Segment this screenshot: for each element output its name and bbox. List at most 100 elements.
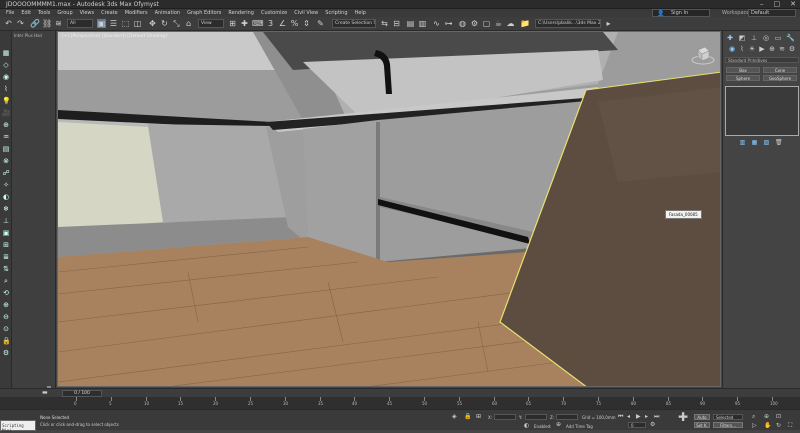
camera-filter-icon[interactable]: 🎥 (2, 109, 11, 117)
zoom-extents-icon[interactable]: ⊡ (776, 414, 781, 420)
perspective-viewport[interactable]: [+] [Perspective] [Standard] [Default Sh… (57, 31, 721, 387)
pin-icon[interactable]: ⊙ (2, 325, 10, 333)
collapse-all-icon[interactable]: ⊖ (2, 313, 10, 321)
create-tab-icon[interactable]: ✚ (726, 34, 734, 42)
geometry-filter-icon[interactable]: ◉ (2, 73, 10, 81)
project-path-field[interactable]: C:\Users\pbalik...\3ds Max 2021 (535, 19, 601, 28)
create-sphere-button[interactable]: Sphere (726, 75, 760, 81)
keyboard-shortcut-icon[interactable]: ⌨ (252, 19, 264, 28)
selection-lock-icon[interactable]: 🔒 (464, 414, 471, 420)
percent-snap-icon[interactable]: % (290, 19, 299, 28)
freeze-icon[interactable]: ❄ (2, 205, 10, 213)
create-box-button[interactable]: Box (726, 67, 760, 73)
material-editor-icon[interactable]: ◍ (458, 19, 467, 28)
current-frame-field[interactable]: 0 (628, 422, 646, 428)
display-tab-icon[interactable]: ▭ (774, 34, 782, 42)
absolute-mode-icon[interactable]: ⊞ (476, 414, 481, 420)
menu-views[interactable]: Views (80, 10, 94, 16)
spacewarps-category-icon[interactable]: ≋ (778, 45, 786, 53)
particle-filter-icon[interactable]: ✧ (2, 181, 10, 189)
time-tag-icon[interactable]: ⊕ (556, 422, 561, 428)
track-bar[interactable]: 0 5 10 15 20 25 30 35 40 45 50 55 60 65 70 75 80 85 90 95 10… (0, 397, 800, 409)
rotate-icon[interactable]: ↻ (160, 19, 169, 28)
menu-group[interactable]: Group (57, 10, 72, 16)
make-unique-icon[interactable]: ▧ (763, 139, 770, 146)
display-children-icon[interactable]: ⊞ (2, 241, 10, 249)
container-icon[interactable]: ▣ (2, 229, 10, 237)
zoom-all-icon[interactable]: ⊕ (764, 414, 769, 420)
edit-named-selection-icon[interactable]: ✎ (316, 19, 325, 28)
menu-tools[interactable]: Tools (38, 10, 50, 16)
render-icon[interactable]: ☕ (494, 19, 503, 28)
play-icon[interactable]: ▶ (636, 414, 641, 420)
maximize-viewport-icon[interactable]: ⛶ (788, 423, 792, 429)
frame-ruler[interactable]: 0 5 10 15 20 25 30 35 40 45 50 55 60 65 70 75 80 85 90 95 10… (74, 397, 780, 409)
shape-filter-icon[interactable]: ⌇ (2, 85, 10, 93)
field-of-view-icon[interactable]: ▷ (752, 423, 757, 429)
x-coordinate-field[interactable] (494, 414, 516, 420)
maxscript-listener[interactable]: Scripting Mini (0, 420, 36, 433)
shapes-category-icon[interactable]: ⌇ (738, 45, 746, 53)
rendered-frame-icon[interactable]: ▢ (482, 19, 491, 28)
sort-icon[interactable]: ⇅ (2, 265, 10, 273)
menu-edit[interactable]: Edit (21, 10, 31, 16)
viewcube-icon[interactable] (691, 44, 715, 66)
set-key-button[interactable]: Set K. (694, 422, 710, 428)
layer-explorer-icon[interactable]: ▤ (406, 19, 415, 28)
create-geosphere-button[interactable]: GeoSphere (763, 75, 797, 81)
link-icon[interactable]: 🔗 (30, 19, 40, 28)
systems-category-icon[interactable]: ⚙ (788, 45, 796, 53)
menu-modifiers[interactable]: Modifiers (125, 10, 148, 16)
undo-icon[interactable]: ↶ (4, 19, 13, 28)
key-filter-dropdown[interactable]: Selected (713, 414, 743, 420)
previous-frame-icon[interactable]: ◂ (627, 414, 630, 420)
display-none-icon[interactable]: ◇ (2, 61, 10, 69)
menu-create[interactable]: Create (101, 10, 118, 16)
hierarchy-icon[interactable]: ⊥ (2, 217, 10, 225)
menu-help[interactable]: Help (355, 10, 366, 16)
place-icon[interactable]: ⌂ (184, 19, 193, 28)
modify-tab-icon[interactable]: ◩ (738, 34, 746, 42)
time-slider[interactable]: 0 / 100 (62, 390, 102, 397)
expand-all-icon[interactable]: ⊕ (2, 301, 10, 309)
orbit-icon[interactable]: ↻ (776, 423, 781, 429)
cameras-category-icon[interactable]: ▶ (758, 45, 766, 53)
create-cone-button[interactable]: Cone (763, 67, 797, 73)
open-folder-icon[interactable]: 📁 (520, 19, 530, 28)
modifier-stack-list[interactable] (725, 86, 799, 136)
utilities-tab-icon[interactable]: 🔧 (786, 34, 795, 42)
align-icon[interactable]: ⊟ (392, 19, 401, 28)
select-manipulate-icon[interactable]: ✚ (240, 19, 249, 28)
select-object-icon[interactable]: ▣ (97, 19, 106, 28)
sync-selection-icon[interactable]: ⟲ (2, 289, 10, 297)
workspace-dropdown[interactable]: Default (748, 9, 796, 17)
bind-space-warp-icon[interactable]: ≋ (54, 19, 63, 28)
redo-icon[interactable]: ↷ (16, 19, 25, 28)
layer-filter-icon[interactable]: ≣ (2, 253, 10, 261)
y-coordinate-field[interactable] (525, 414, 547, 420)
find-icon[interactable]: ⌕ (2, 277, 10, 285)
go-to-start-icon[interactable]: ⏮ (618, 414, 623, 420)
scene-explorer-icon[interactable]: ▥ (418, 19, 427, 28)
pin-stack-icon[interactable]: ▥ (739, 139, 746, 146)
time-config-icon[interactable]: ⚙ (650, 422, 655, 428)
maximize-button[interactable]: □ (774, 0, 781, 8)
key-filters-button[interactable]: Filters... (713, 422, 743, 428)
snaps-toggle-icon[interactable]: 3 (266, 19, 275, 28)
menu-civil-view[interactable]: Civil View (294, 10, 318, 16)
motion-tab-icon[interactable]: ◎ (762, 34, 770, 42)
go-to-end-icon[interactable]: ⏭ (654, 414, 659, 420)
project-folder-icon[interactable]: ▸ (604, 19, 613, 28)
select-filter-icon[interactable]: ▦ (2, 49, 10, 57)
show-end-result-icon[interactable]: ▦ (751, 139, 758, 146)
set-key-icon[interactable]: ✚ (678, 411, 688, 423)
helpers-category-icon[interactable]: ⊕ (768, 45, 776, 53)
auto-key-button[interactable]: Auto (694, 414, 710, 420)
rectangular-selection-icon[interactable]: ⬚ (121, 19, 130, 28)
render-setup-icon[interactable]: ⚙ (470, 19, 479, 28)
mirror-icon[interactable]: ⇆ (380, 19, 389, 28)
next-frame-icon[interactable]: ▸ (645, 414, 648, 420)
bone-filter-icon[interactable]: ☍ (2, 169, 10, 177)
window-crossing-icon[interactable]: ◫ (133, 19, 142, 28)
geometry-category-icon[interactable]: ◉ (728, 45, 736, 53)
